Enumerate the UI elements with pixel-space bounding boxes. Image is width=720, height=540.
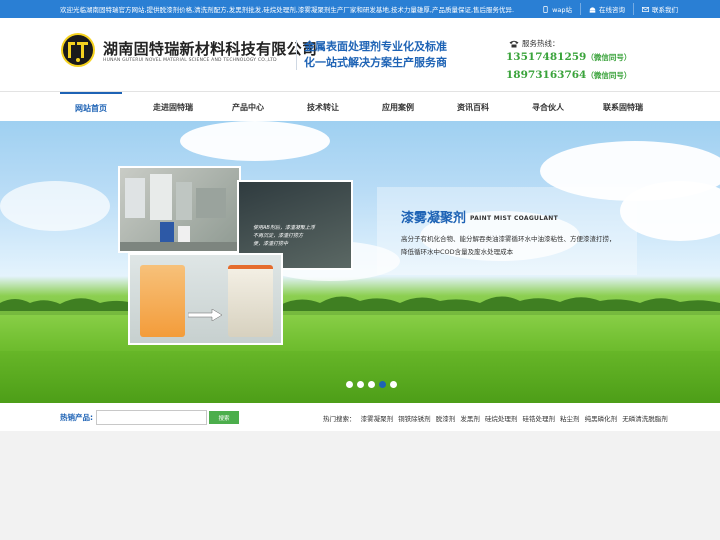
- nav-item-cases[interactable]: 应用案例: [368, 92, 428, 122]
- wap-link[interactable]: wap站: [534, 3, 580, 15]
- slogan-line-2: 化一站式解决方案生产服务商: [304, 55, 447, 69]
- factory-illustration: [120, 174, 239, 251]
- mail-icon: [642, 6, 649, 12]
- phone-1-number: 13517481259: [506, 51, 587, 63]
- slide-dot-1[interactable]: [346, 381, 353, 388]
- nav-item-contact[interactable]: 联系固特瑞: [593, 92, 653, 122]
- slogan: 金属表面处理剂专业化及标准 化一站式解决方案生产服务商: [304, 39, 447, 70]
- banner-description: 高分子有机化合物、能分解吞类油漆雾循环水中油漆粘性、方便漆渣打捞， 降低循环水中…: [401, 233, 616, 259]
- phone-number-2[interactable]: 18973163764（微信同号）: [506, 69, 631, 81]
- hot-term[interactable]: 铜铁除锈剂: [398, 415, 431, 423]
- phone-1-note: （微信同号）: [586, 53, 632, 62]
- photo-caption-line-2: 不再沉淀，漆渣打捞方: [253, 233, 304, 239]
- nav-item-partners[interactable]: 寻合伙人: [518, 92, 578, 122]
- top-bar: 欢迎光临湖南固特瑞官方网站,提供脱漆剂价格,清洗剂配方,发黑剂批发,硅烷处理剂,…: [0, 0, 720, 18]
- banner-title-en: PAINT MIST COAGULANT: [470, 215, 559, 222]
- android-icon: [589, 6, 596, 13]
- welcome-text: 欢迎光临湖南固特瑞官方网站,提供脱漆剂价格,清洗剂配方,发黑剂批发,硅烷处理剂,…: [60, 6, 515, 14]
- brand-name-en: HUNAN GUTERUI NOVEL MATERIAL SCIENCE AND…: [103, 58, 277, 63]
- contact-us-label: 联系我们: [652, 6, 678, 14]
- arrow-right-icon: [188, 309, 222, 321]
- factory-photo: [118, 166, 241, 253]
- hot-term[interactable]: 硅锆处理剂: [522, 415, 555, 423]
- contact-us-link[interactable]: 联系我们: [633, 3, 686, 15]
- company-logo[interactable]: [60, 32, 96, 68]
- banner-title: 漆雾凝聚剂 PAINT MIST COAGULANT: [401, 207, 558, 226]
- online-consult-label: 在线咨询: [599, 6, 625, 14]
- nav-item-about[interactable]: 走进固特瑞: [140, 92, 206, 122]
- hot-search-label: 热门搜索：: [323, 415, 356, 423]
- nav-item-tech-transfer[interactable]: 技术转让: [293, 92, 353, 122]
- main-nav: 网站首页 走进固特瑞 产品中心 技术转让 应用案例 资讯百科 寻合伙人 联系固特…: [0, 91, 720, 121]
- nav-item-home[interactable]: 网站首页: [60, 92, 122, 122]
- hotline: 服务热线：: [509, 38, 560, 49]
- photo-caption-line-3: 便，漆渣打捞中: [253, 241, 289, 247]
- hot-search: 热门搜索： 漆雾凝聚剂 铜铁除锈剂 脱漆剂 发黑剂 硅烷处理剂 硅锆处理剂 粘尘…: [323, 413, 671, 423]
- slogan-line-1: 金属表面处理剂专业化及标准: [304, 40, 447, 53]
- hot-products-label: 热销产品:: [60, 413, 93, 422]
- top-links: wap站 在线咨询 联系我们: [534, 3, 686, 15]
- hot-term[interactable]: 硅烷处理剂: [485, 415, 518, 423]
- online-consult-link[interactable]: 在线咨询: [580, 3, 633, 15]
- hot-term[interactable]: 纯黑磷化剂: [585, 415, 618, 423]
- glass-comparison-photo: [128, 253, 283, 345]
- search-input[interactable]: [96, 410, 207, 425]
- phone-number-1[interactable]: 13517481259（微信同号）: [506, 51, 631, 63]
- cloud: [0, 181, 110, 231]
- search-bar: 热销产品: 搜索 热门搜索： 漆雾凝聚剂 铜铁除锈剂 脱漆剂 发黑剂 硅烷处理剂…: [0, 403, 720, 431]
- brand-name: 湖南固特瑞新材料科技有限公司: [103, 40, 318, 58]
- hero-banner[interactable]: 使用AB剂后，漆渣凝聚上浮 不再沉淀，漆渣打捞方 便，漆渣打捞中 漆雾凝聚剂 PA…: [0, 121, 720, 403]
- phone-2-note: （微信同号）: [586, 71, 632, 80]
- grass: [0, 311, 720, 351]
- photo-caption: 使用AB剂后，漆渣凝聚上浮 不再沉淀，漆渣打捞方 便，漆渣打捞中: [253, 224, 315, 248]
- slide-dots: [346, 381, 397, 388]
- hot-term[interactable]: 粘尘剂: [560, 415, 580, 423]
- nav-item-products[interactable]: 产品中心: [218, 92, 278, 122]
- banner-desc-line-2: 降低循环水中COD含量及废水处理成本: [401, 248, 514, 256]
- search-button[interactable]: 搜索: [209, 411, 239, 424]
- site-header: 湖南固特瑞新材料科技有限公司 HUNAN GUTERUI NOVEL MATER…: [0, 18, 720, 91]
- banner-desc-line-1: 高分子有机化合物、能分解吞类油漆雾循环水中油漆粘性、方便漆渣打捞，: [401, 235, 616, 243]
- hot-term[interactable]: 脱漆剂: [436, 415, 456, 423]
- nav-item-news[interactable]: 资讯百科: [443, 92, 503, 122]
- hotline-label: 服务热线：: [522, 39, 560, 48]
- header-divider: [296, 40, 297, 70]
- phone-2-number: 18973163764: [506, 69, 587, 81]
- orange-glass: [140, 265, 185, 337]
- banner-title-cn: 漆雾凝聚剂: [401, 211, 467, 226]
- slide-dot-5[interactable]: [390, 381, 397, 388]
- telephone-icon: [509, 40, 519, 47]
- slide-dot-3[interactable]: [368, 381, 375, 388]
- hot-term[interactable]: 发黑剂: [460, 415, 480, 423]
- hot-term[interactable]: 漆雾凝聚剂: [361, 415, 394, 423]
- cloud: [180, 121, 330, 161]
- wap-link-label: wap站: [552, 6, 572, 14]
- slide-dot-4[interactable]: [379, 381, 386, 388]
- clear-glass: [228, 265, 273, 337]
- slide-dot-2[interactable]: [357, 381, 364, 388]
- hot-term[interactable]: 无磷清洗脱脂剂: [622, 415, 668, 423]
- photo-caption-line-1: 使用AB剂后，漆渣凝聚上浮: [253, 225, 315, 231]
- banner-textbox: 漆雾凝聚剂 PAINT MIST COAGULANT 高分子有机化合物、能分解吞类…: [377, 187, 637, 275]
- phone-icon: [543, 5, 548, 13]
